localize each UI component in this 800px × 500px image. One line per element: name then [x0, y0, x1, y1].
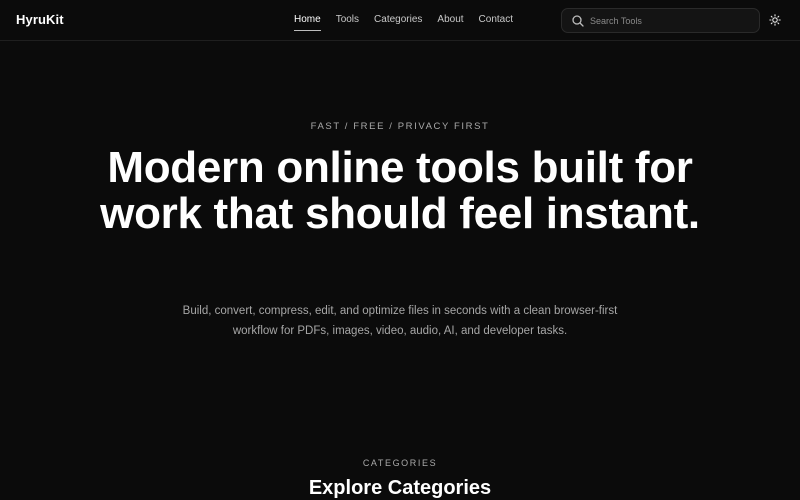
hero-section: FAST / FREE / PRIVACY FIRST Modern onlin…	[0, 41, 800, 500]
search-box[interactable]	[561, 8, 760, 33]
logo[interactable]: HyruKit	[16, 12, 64, 27]
categories-label: CATEGORIES	[362, 458, 438, 468]
nav-home[interactable]: Home	[294, 14, 321, 31]
hero-headline: Modern online tools built for work that …	[100, 143, 700, 238]
main-nav: Home Tools Categories About Contact	[294, 14, 528, 31]
theme-toggle-button[interactable]	[767, 12, 783, 28]
nav-contact[interactable]: Contact	[479, 14, 513, 31]
nav-categories[interactable]: Categories	[374, 14, 422, 31]
search-input[interactable]	[590, 15, 750, 26]
hero-subtext: Build, convert, compress, edit, and opti…	[182, 305, 618, 337]
hero-eyebrow: FAST / FREE / PRIVACY FIRST	[310, 121, 490, 132]
categories-title: Explore Categories	[308, 477, 492, 499]
site-header: HyruKit Home Tools Categories About Cont…	[0, 0, 800, 41]
nav-tools[interactable]: Tools	[336, 14, 359, 31]
sun-icon	[769, 14, 781, 26]
nav-about[interactable]: About	[437, 14, 463, 31]
search-icon	[572, 14, 584, 27]
